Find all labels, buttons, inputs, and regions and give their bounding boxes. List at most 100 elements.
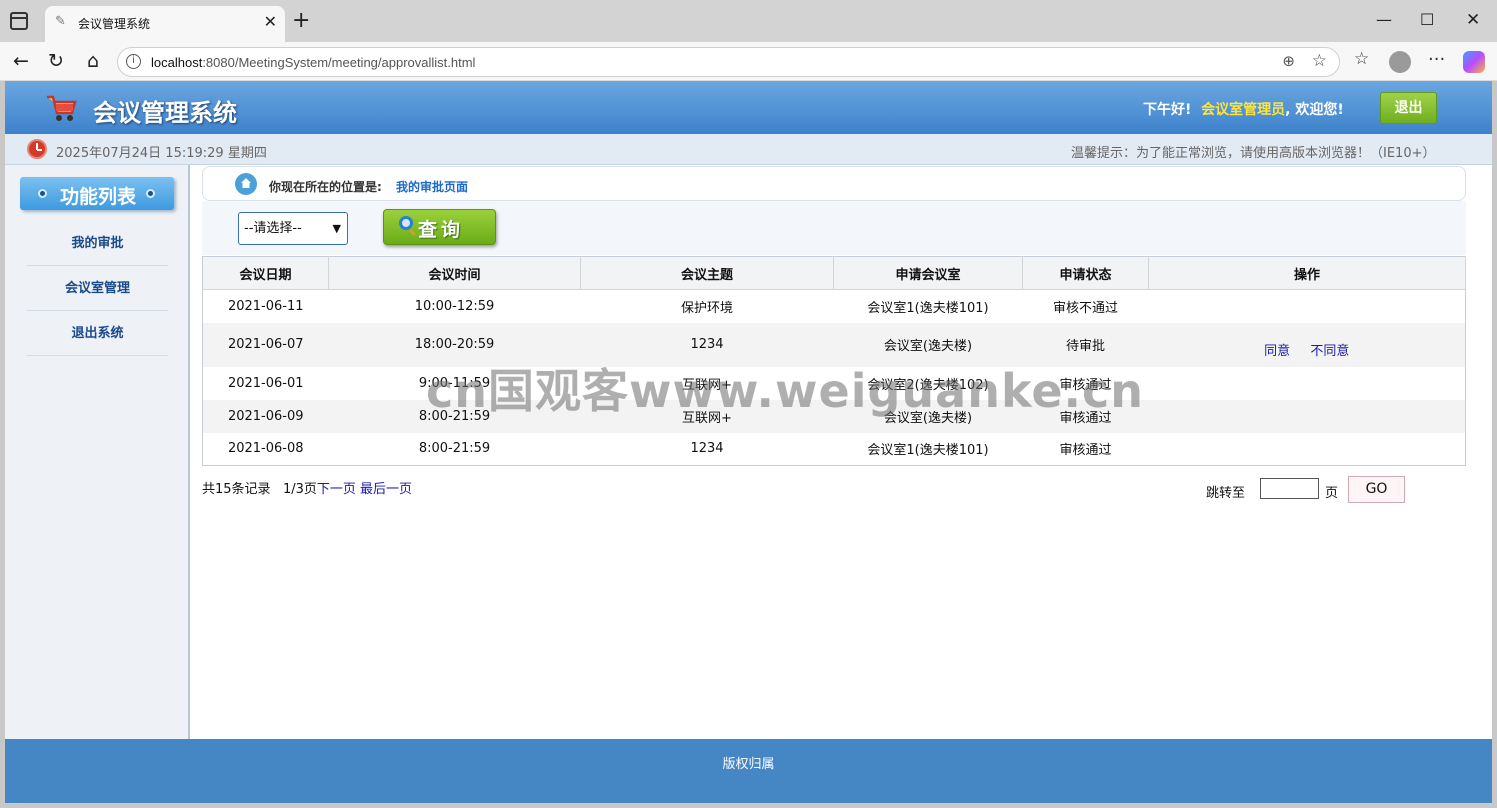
jump-unit: 页	[1325, 486, 1339, 501]
table-row: 2021-06-09 8:00-21:59 互联网+ 会议室(逸夫楼) 审核通过	[202, 399, 1466, 433]
column-header: 会议日期	[202, 256, 329, 290]
cell-time: 9:00-11:59	[328, 366, 581, 400]
site-info-icon[interactable]: i	[126, 54, 141, 69]
cell-topic: 互联网+	[580, 366, 834, 400]
maximize-icon[interactable]: ☐	[1420, 10, 1434, 29]
cell-date: 2021-06-08	[202, 432, 329, 466]
more-icon[interactable]: ···	[1428, 49, 1445, 70]
cell-date: 2021-06-01	[202, 366, 329, 400]
browser-tab-bar: ✎ 会议管理系统 ✕ + — ☐ ✕	[0, 0, 1497, 42]
column-header: 申请状态	[1022, 256, 1149, 290]
cell-time: 8:00-21:59	[328, 399, 581, 433]
cell-topic: 1234	[580, 322, 834, 367]
sidebar-item-logout[interactable]: 退出系统	[27, 311, 168, 356]
browser-toolbar: ← ↻ ⌂ i localhost:8080/MeetingSystem/mee…	[0, 42, 1497, 98]
sidebar-header: 功能列表	[20, 177, 174, 210]
sidebar: 功能列表 我的审批 会议室管理 退出系统	[5, 165, 190, 739]
search-icon	[399, 216, 413, 230]
last-page-link[interactable]: 最后一页	[360, 482, 412, 497]
cell-time: 10:00-12:59	[328, 289, 581, 323]
home-icon[interactable]: ⌂	[80, 48, 106, 74]
cell-topic: 保护环境	[580, 289, 834, 323]
jump-label: 跳转至	[1206, 486, 1246, 501]
column-header: 会议主题	[580, 256, 834, 290]
cell-actions	[1148, 289, 1466, 323]
footer: 版权归属	[5, 739, 1492, 803]
bullet-icon	[38, 189, 47, 198]
address-url: localhost:8080/MeetingSystem/meeting/app…	[151, 55, 476, 70]
cell-topic: 互联网+	[580, 399, 834, 433]
info-bar: 2025年07月24日 15:19:29 星期四 温馨提示：为了能正常浏览，请使…	[5, 134, 1492, 165]
table-row: 2021-06-07 18:00-20:59 1234 会议室(逸夫楼) 待审批…	[202, 322, 1466, 367]
sidebar-item-room-management[interactable]: 会议室管理	[27, 266, 168, 311]
current-datetime: 2025年07月24日 15:19:29 星期四	[56, 146, 267, 161]
cell-date: 2021-06-11	[202, 289, 329, 323]
system-title: 会议管理系统	[93, 99, 237, 127]
cell-status: 审核通过	[1022, 366, 1149, 400]
logout-button[interactable]: 退出	[1380, 92, 1437, 124]
cell-time: 8:00-21:59	[328, 432, 581, 466]
cell-room: 会议室(逸夫楼)	[833, 322, 1023, 367]
copilot-icon[interactable]	[1463, 51, 1485, 73]
table-row: 2021-06-08 8:00-21:59 1234 会议室1(逸夫楼101) …	[202, 432, 1466, 466]
cell-actions: 同意 不同意	[1148, 322, 1466, 367]
favorites-icon[interactable]: ☆	[1354, 49, 1369, 69]
cell-actions	[1148, 432, 1466, 466]
cell-date: 2021-06-07	[202, 322, 329, 367]
address-bar[interactable]: i localhost:8080/MeetingSystem/meeting/a…	[117, 47, 1340, 77]
cell-actions	[1148, 399, 1466, 433]
browser-tip: 温馨提示：为了能正常浏览，请使用高版本浏览器！（IE10+）	[1071, 146, 1436, 161]
chevron-down-icon: ▼	[332, 222, 341, 235]
tab-title: 会议管理系统	[78, 17, 151, 31]
back-icon[interactable]: ←	[8, 48, 34, 74]
cart-icon	[47, 95, 77, 121]
page-indicator: 1/3页	[282, 482, 317, 497]
cell-room: 会议室2(逸夫楼102)	[833, 366, 1023, 400]
favicon-icon: ✎	[55, 14, 66, 29]
go-button[interactable]: GO	[1348, 476, 1405, 503]
next-page-link[interactable]: 下一页	[317, 482, 356, 497]
cell-date: 2021-06-09	[202, 399, 329, 433]
cell-room: 会议室1(逸夫楼101)	[833, 432, 1023, 466]
zoom-icon[interactable]: ⊕	[1282, 52, 1295, 70]
home-icon	[235, 173, 257, 195]
new-tab-icon[interactable]: +	[292, 9, 310, 33]
search-toolbar: --请选择-- ▼ 查询	[202, 201, 1466, 255]
query-button-label: 查询	[418, 219, 465, 241]
breadcrumb-current[interactable]: 我的审批页面	[396, 178, 468, 195]
approval-table: 会议日期 会议时间 会议主题 申请会议室 申请状态 操作 2021-06-11 …	[202, 256, 1466, 466]
pagination: 共15条记录 1/3页下一页 最后一页	[202, 478, 412, 497]
cell-time: 18:00-20:59	[328, 322, 581, 367]
column-header: 操作	[1148, 256, 1466, 290]
cell-actions	[1148, 366, 1466, 400]
sidebar-item-my-approvals[interactable]: 我的审批	[27, 221, 168, 266]
browser-tab[interactable]: ✎ 会议管理系统 ✕	[45, 6, 285, 42]
column-header: 会议时间	[328, 256, 581, 290]
app-header: 会议管理系统 下午好! 会议室管理员, 欢迎您! 退出	[5, 81, 1492, 134]
profile-avatar[interactable]	[1389, 51, 1411, 73]
minimize-icon[interactable]: —	[1376, 10, 1392, 29]
cell-status: 审核通过	[1022, 432, 1149, 466]
page-jump-input[interactable]	[1260, 478, 1319, 499]
favorite-star-icon[interactable]: ☆	[1312, 51, 1327, 71]
table-row: 2021-06-01 9:00-11:59 互联网+ 会议室2(逸夫楼102) …	[202, 366, 1466, 400]
greeting: 下午好! 会议室管理员, 欢迎您!	[1143, 102, 1344, 118]
copyright-text: 版权归属	[722, 757, 775, 772]
table-row: 2021-06-11 10:00-12:59 保护环境 会议室1(逸夫楼101)…	[202, 289, 1466, 323]
bullet-icon	[146, 189, 155, 198]
breadcrumb-label: 你现在所在的位置是:	[269, 180, 382, 194]
tab-actions-icon[interactable]	[10, 12, 28, 30]
cell-status: 待审批	[1022, 322, 1149, 367]
status-select[interactable]: --请选择-- ▼	[238, 212, 348, 245]
cell-status: 审核不通过	[1022, 289, 1149, 323]
table-header-row: 会议日期 会议时间 会议主题 申请会议室 申请状态 操作	[202, 256, 1466, 290]
reload-icon[interactable]: ↻	[43, 48, 69, 74]
window-close-icon[interactable]: ✕	[1466, 10, 1480, 30]
approve-link[interactable]: 同意	[1264, 344, 1290, 359]
page: 会议管理系统 下午好! 会议室管理员, 欢迎您! 退出 2025年07月24日 …	[5, 81, 1492, 803]
sidebar-title: 功能列表	[60, 186, 137, 208]
column-header: 申请会议室	[833, 256, 1023, 290]
tab-close-icon[interactable]: ✕	[264, 12, 277, 32]
query-button[interactable]: 查询	[383, 209, 496, 245]
reject-link[interactable]: 不同意	[1310, 344, 1349, 359]
